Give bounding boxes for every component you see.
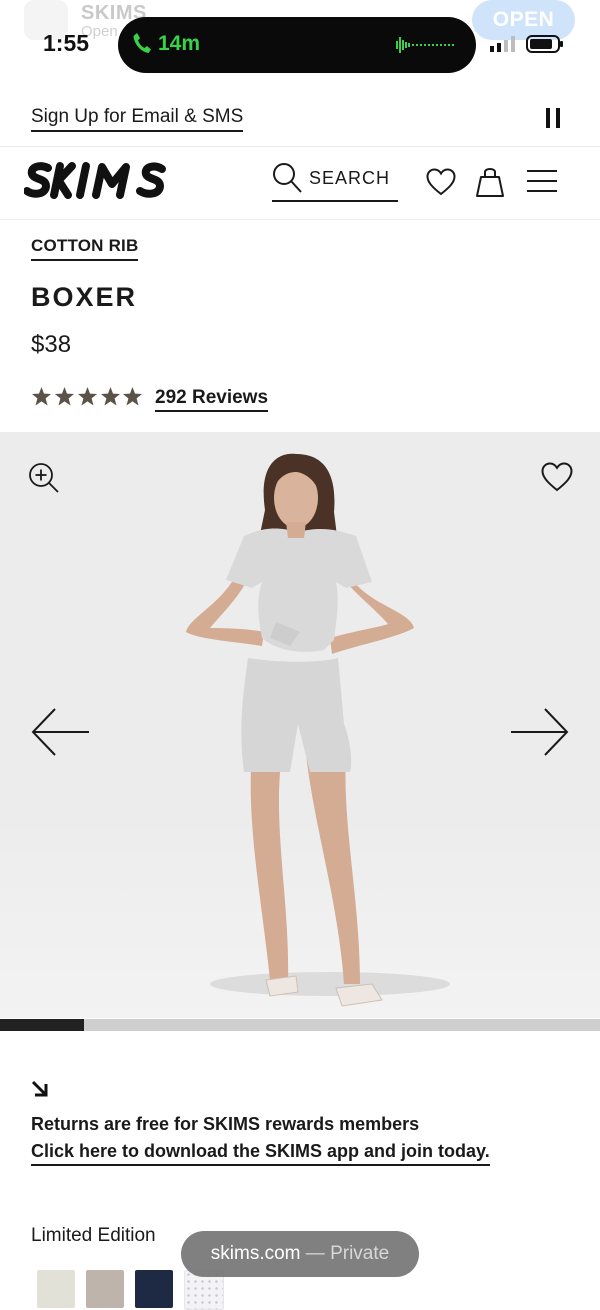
call-duration: 14m xyxy=(158,32,201,55)
menu-icon[interactable] xyxy=(526,168,558,194)
zoom-in-icon[interactable] xyxy=(28,462,60,494)
swatch-navy[interactable] xyxy=(135,1270,173,1308)
heart-icon[interactable] xyxy=(426,168,456,196)
star-icon xyxy=(123,387,142,406)
gallery-progress-track xyxy=(0,1019,600,1031)
browsing-mode: Private xyxy=(330,1243,390,1264)
heart-icon[interactable] xyxy=(541,462,573,492)
search-button[interactable]: SEARCH xyxy=(272,162,398,202)
shopping-bag-icon[interactable] xyxy=(475,166,505,198)
star-icon xyxy=(55,387,74,406)
audio-waveform-icon xyxy=(396,37,454,53)
promo-text: Returns are free for SKIMS rewards membe… xyxy=(31,1114,420,1134)
star-icon xyxy=(101,387,120,406)
browser-url-bar[interactable]: skims.com — Private xyxy=(181,1231,419,1277)
status-time: 1:55 xyxy=(43,30,90,56)
reviews-link[interactable]: 292 Reviews xyxy=(155,387,269,412)
url-separator: — xyxy=(300,1243,331,1264)
phone-call-icon xyxy=(133,33,151,53)
variant-label: Limited Edition xyxy=(31,1225,156,1246)
arrow-left-icon[interactable] xyxy=(31,707,91,757)
url-domain: skims.com xyxy=(210,1243,301,1264)
product-title: BOXER xyxy=(31,282,138,312)
battery-icon xyxy=(526,35,563,53)
skims-logo[interactable] xyxy=(24,160,174,202)
search-icon xyxy=(273,163,302,193)
header-divider-bottom xyxy=(0,219,600,220)
rating-stars xyxy=(32,387,142,406)
collection-link[interactable]: COTTON RIB xyxy=(31,236,139,261)
arrow-down-right-icon xyxy=(31,1080,48,1097)
arrow-right-icon[interactable] xyxy=(509,707,569,757)
search-label: SEARCH xyxy=(309,168,391,188)
cellular-signal-icon xyxy=(490,36,515,52)
product-price: $38 xyxy=(31,331,72,358)
swatch-bone[interactable] xyxy=(37,1270,75,1308)
pause-icon[interactable] xyxy=(546,108,560,128)
email-signup-link[interactable]: Sign Up for Email & SMS xyxy=(31,106,244,132)
gallery-progress-fill xyxy=(0,1019,84,1031)
download-app-link[interactable]: Click here to download the SKIMS app and… xyxy=(31,1141,490,1166)
swatch-taupe[interactable] xyxy=(86,1270,124,1308)
star-icon xyxy=(78,387,97,406)
header-divider-top xyxy=(0,146,600,147)
app-banner-open-button[interactable]: OPEN xyxy=(472,0,575,40)
star-icon xyxy=(32,387,51,406)
